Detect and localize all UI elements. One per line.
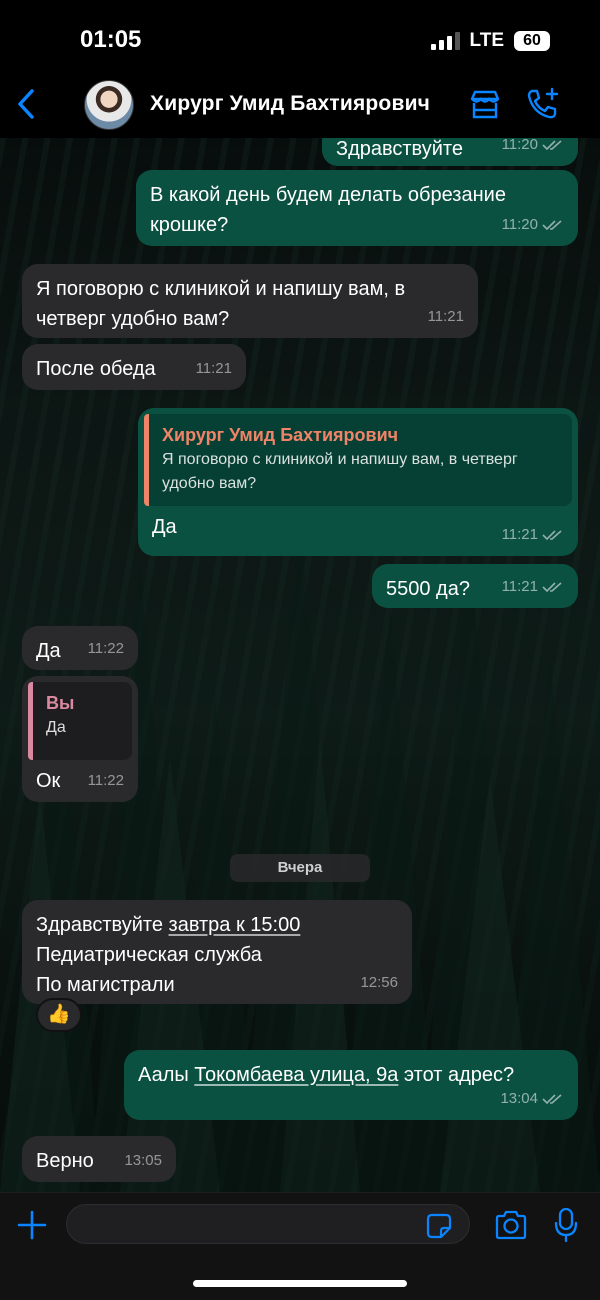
quote-text: Я поговорю с клиникой и напишу вам, в че… [162,451,518,468]
camera-icon[interactable] [494,1209,528,1241]
message-incoming[interactable]: После обеда 11:21 [22,344,246,390]
message-outgoing[interactable]: 5500 да? 11:21 [372,564,578,608]
message-incoming[interactable]: Я поговорю с клиникой и напишу вам, в че… [22,264,478,338]
message-input[interactable] [66,1204,470,1244]
status-indicators: LTE 60 [430,30,550,52]
message-time: 11:21 [501,526,538,543]
double-check-icon [542,530,562,541]
home-indicator[interactable] [193,1280,407,1287]
message-time: 13:05 [124,1152,162,1169]
double-check-icon [542,582,562,593]
message-outgoing[interactable]: В какой день будем делать обрезание крош… [136,170,578,246]
double-check-icon [542,140,562,151]
message-text: Верно [36,1150,94,1172]
network-type: LTE [469,30,504,51]
double-check-icon [542,1094,562,1105]
store-icon[interactable] [468,88,502,122]
message-outgoing[interactable]: Аалы Токомбаева улица, 9а этот адрес? 13… [124,1050,578,1120]
avatar[interactable] [84,80,134,130]
date-link[interactable]: завтра к 15:00 [169,914,301,936]
message-meta: 13:04 [500,1084,564,1114]
message-text: 5500 да? [386,578,470,600]
address-link[interactable]: Токомбаева улица, 9а [194,1064,398,1086]
message-text-line: Педиатрическая служба [36,944,262,966]
microphone-icon[interactable] [554,1207,578,1243]
quote-text: удобно вам? [162,475,257,492]
battery-icon: 60 [514,31,550,51]
reply-quote[interactable]: Хирург Умид Бахтиярович Я поговорю с кли… [144,414,572,506]
message-text-line: В какой день будем делать обрезание [150,184,506,206]
status-time: 01:05 [80,26,142,53]
message-text: Здравствуйте [36,914,169,936]
message-incoming[interactable]: Верно 13:05 [22,1136,176,1182]
message-meta: 11:22 [88,766,124,796]
message-incoming[interactable]: Здравствуйте завтра к 15:00 Педиатрическ… [22,900,412,1004]
message-meta: 11:21 [502,572,564,602]
message-time: 11:21 [427,308,464,325]
message-text-line: По магистрали [36,974,175,996]
message-text: Здравствуйте [336,138,463,160]
message-time: 11:20 [501,138,538,153]
message-text-line: Я поговорю с клиникой и напишу вам, в [36,278,406,300]
message-incoming[interactable]: Вы Да Ок 11:22 [22,676,138,802]
plus-icon[interactable] [16,1209,48,1241]
date-separator: Вчера [230,854,370,882]
message-time: 11:22 [87,640,124,657]
message-text-line: четверг удобно вам? [36,308,230,330]
reaction-thumbs-up[interactable]: 👍 [36,998,82,1032]
message-time: 11:20 [501,216,538,233]
chat-area[interactable]: Здравствуйте 11:20 В какой день будем де… [0,138,600,1192]
message-meta: 11:22 [88,634,124,664]
message-incoming[interactable]: Да 11:22 [22,626,138,670]
quote-author: Вы [46,693,75,713]
message-text: этот адрес? [398,1064,515,1086]
double-check-icon [542,220,562,231]
message-time: 12:56 [360,974,398,991]
message-outgoing[interactable]: Здравствуйте 11:20 [322,138,578,166]
message-time: 11:21 [501,578,538,595]
quote-author: Хирург Умид Бахтиярович [162,425,399,445]
message-meta: 12:56 [360,968,398,998]
message-time: 11:22 [87,772,124,789]
message-time: 11:21 [195,360,232,377]
status-bar: 01:05 LTE 60 [0,0,600,80]
add-call-icon[interactable] [524,86,560,122]
contact-name[interactable]: Хирург Умид Бахтиярович [150,92,430,116]
message-text-line: Здравствуйте завтра к 15:00 [36,910,398,940]
sticker-icon[interactable] [426,1213,452,1239]
quote-text: Да [46,719,66,736]
message-time: 13:04 [500,1090,538,1107]
message-meta: 11:20 [502,138,564,160]
signal-icon [430,32,460,50]
reply-quote[interactable]: Вы Да [28,682,132,760]
chat-header: Хирург Умид Бахтиярович [0,70,600,138]
message-text: После обеда [36,358,156,380]
message-text: Аалы [138,1064,195,1086]
message-meta: 11:21 [502,520,564,550]
message-meta: 13:05 [124,1146,162,1176]
message-text: Да [36,640,61,662]
message-outgoing[interactable]: Хирург Умид Бахтиярович Я поговорю с кли… [138,408,578,556]
back-chevron-icon[interactable] [12,86,42,122]
message-meta: 11:21 [428,302,464,332]
message-meta: 11:20 [502,210,564,240]
message-meta: 11:21 [196,354,232,384]
